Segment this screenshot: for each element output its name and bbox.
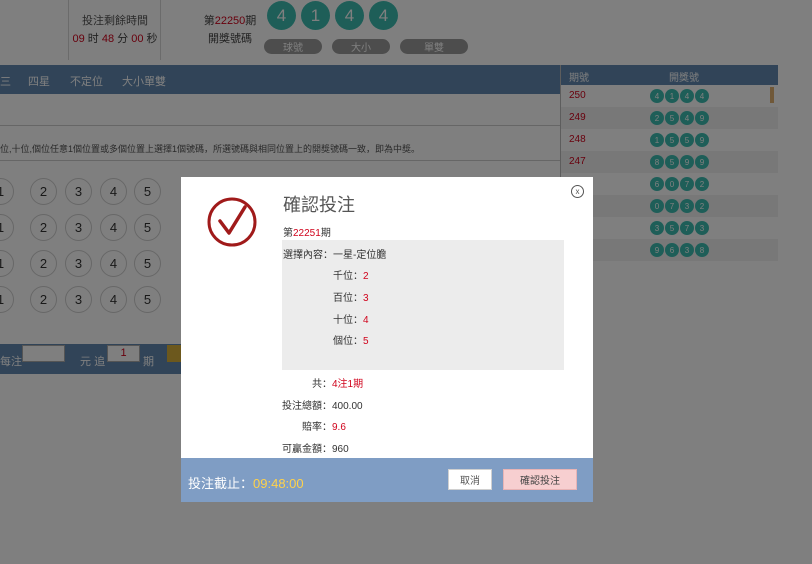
bet-content-box: 選擇內容：一星-定位膽 千位：2 百位：3 十位：4 個位：5 bbox=[282, 240, 564, 370]
check-circle-icon bbox=[207, 197, 257, 247]
dialog-issue: 第22251期 bbox=[283, 228, 331, 239]
bet-count: 共：4注1期 bbox=[312, 379, 364, 390]
confirm-bet-button[interactable]: 確認投注 bbox=[503, 469, 577, 490]
selection-content: 選擇內容：一星-定位膽 bbox=[283, 250, 387, 261]
confirm-bet-dialog: x 確認投注 第22251期 選擇內容：一星-定位膽 千位：2 百位：3 十位：… bbox=[181, 177, 593, 502]
dialog-issue-number: 22251 bbox=[293, 228, 321, 239]
bet-odds: 賠率：9.6 bbox=[302, 422, 346, 433]
potential-win: 可贏金額：960 bbox=[282, 444, 349, 455]
bet-deadline: 投注截止：09:48:00 bbox=[188, 476, 304, 491]
deadline-time: 09:48:00 bbox=[253, 476, 304, 491]
position-units: 個位：5 bbox=[333, 336, 369, 347]
bet-total-amount: 投注總額：400.00 bbox=[282, 401, 363, 412]
cancel-button[interactable]: 取消 bbox=[448, 469, 492, 490]
position-tens: 十位：4 bbox=[333, 315, 369, 326]
close-button[interactable]: x bbox=[571, 185, 584, 198]
dialog-title: 確認投注 bbox=[283, 195, 355, 215]
position-hundreds: 百位：3 bbox=[333, 293, 369, 304]
position-thousands: 千位：2 bbox=[333, 271, 369, 282]
dialog-footer: 投注截止：09:48:00 取消 確認投注 bbox=[181, 458, 593, 502]
